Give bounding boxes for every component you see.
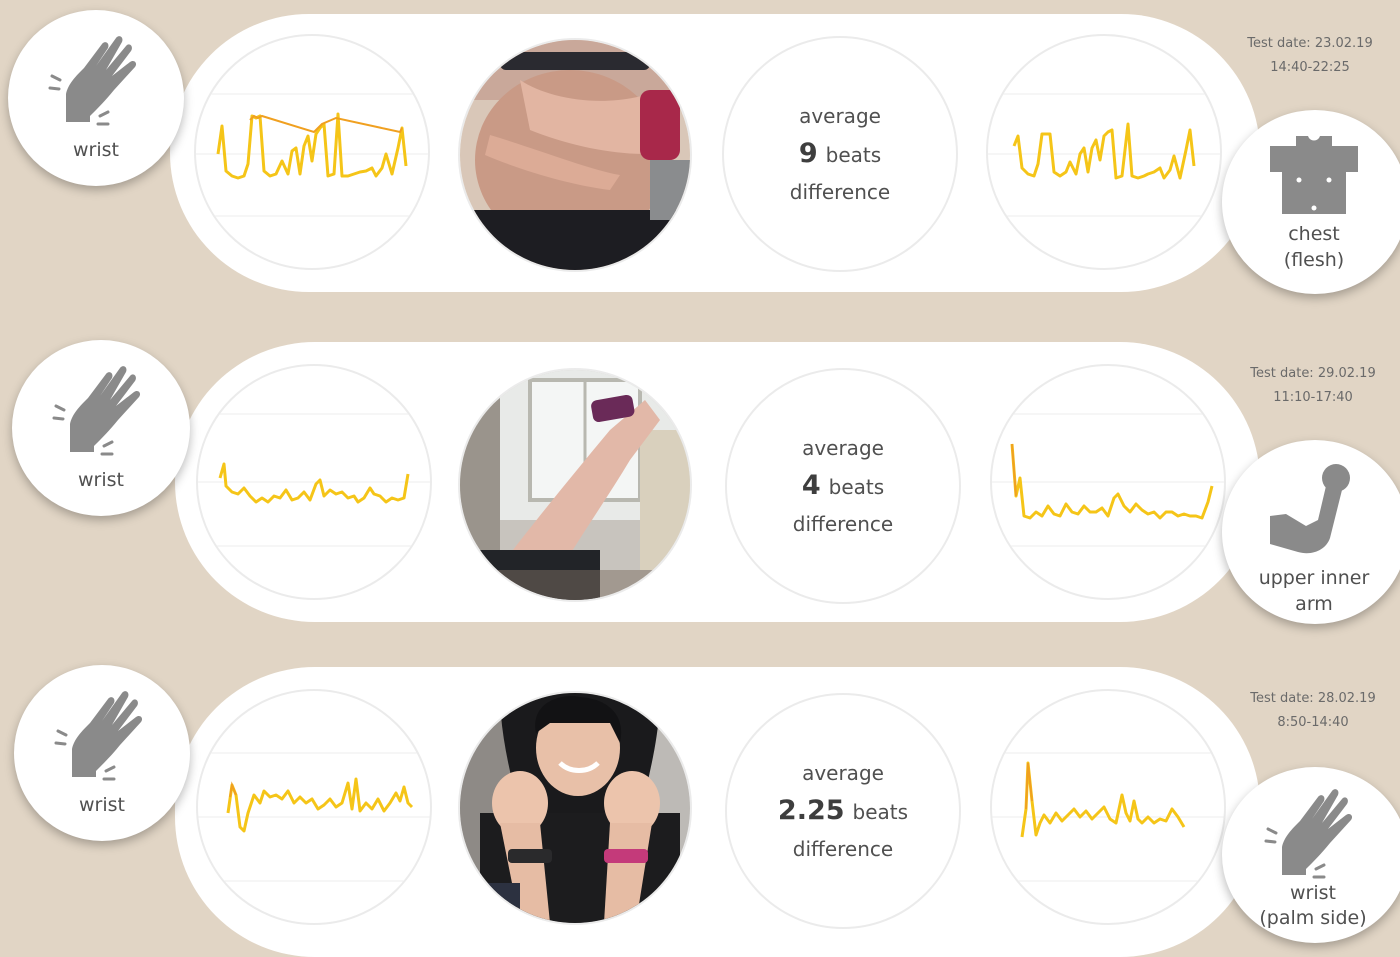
heart-rate-line	[216, 112, 408, 180]
left-sensor-badge: wrist	[14, 665, 190, 841]
test-time-label: 11:10-17:40	[1273, 390, 1353, 405]
heart-rate-line	[226, 777, 414, 833]
left-sensor-label: wrist	[78, 469, 124, 491]
heart-rate-line	[1020, 761, 1186, 838]
heart-rate-line	[1010, 443, 1214, 520]
test-date: Test date: 23.02.19 14:40-22:25	[1230, 32, 1390, 80]
stat-unit: beats	[825, 142, 882, 167]
stat-suffix: difference	[792, 511, 894, 536]
right-sensor-label-line1: wrist	[1290, 882, 1336, 904]
test-date-label: Test date: 29.02.19	[1250, 366, 1376, 381]
heart-rate-line	[218, 462, 410, 504]
hand-icon	[48, 36, 137, 126]
average-difference-stat: average 9 beats difference	[722, 36, 958, 272]
stat-value: 2.25	[777, 794, 845, 826]
right-sensor-label-line1: upper inner	[1258, 567, 1370, 589]
stat-value-line: 2.25 beats	[778, 792, 908, 831]
stat-value-line: 4 beats	[802, 467, 884, 506]
test-date: Test date: 29.02.19 11:10-17:40	[1233, 362, 1393, 410]
right-sensor-label-line1: chest	[1288, 223, 1340, 245]
right-sensor-badge: chest (flesh)	[1222, 110, 1400, 294]
stat-prefix: average	[802, 435, 884, 460]
test-date-label: Test date: 28.02.19	[1250, 691, 1376, 706]
right-sensor-label-line2: (palm side)	[1259, 907, 1367, 929]
left-sensor-label: wrist	[79, 794, 125, 816]
hand-icon	[54, 691, 143, 781]
stat-unit: beats	[852, 799, 909, 824]
right-sensor-badge: wrist (palm side)	[1222, 767, 1400, 943]
left-sensor-badge: wrist	[12, 340, 190, 516]
wrist-heart-rate-chart	[196, 364, 432, 600]
comparison-row-2: average 4 beats difference wrist upper in…	[0, 328, 1400, 624]
stat-unit: beats	[828, 474, 885, 499]
photo-upper-arm	[458, 368, 692, 602]
photo-chest-strap	[458, 38, 692, 272]
comparison-row-3: average 2.25 beats difference wrist wrist…	[0, 653, 1400, 957]
chest-heart-rate-chart	[986, 34, 1222, 270]
arm-icon	[1270, 464, 1350, 554]
palm-wrist-heart-rate-chart	[990, 689, 1226, 925]
stat-prefix: average	[802, 760, 884, 785]
right-sensor-label-line2: arm	[1295, 593, 1333, 615]
test-time-label: 8:50-14:40	[1277, 715, 1349, 730]
stat-value: 4	[801, 469, 821, 501]
arm-heart-rate-chart	[990, 364, 1226, 600]
test-date: Test date: 28.02.19 8:50-14:40	[1233, 687, 1393, 735]
stat-suffix: difference	[789, 179, 891, 204]
average-difference-stat: average 4 beats difference	[725, 368, 961, 604]
wrist-heart-rate-chart	[194, 34, 430, 270]
stat-suffix: difference	[792, 836, 894, 861]
wrist-heart-rate-chart	[196, 689, 432, 925]
left-sensor-label: wrist	[73, 139, 119, 161]
hand-icon	[52, 366, 141, 456]
photo-two-wrists	[458, 691, 692, 925]
comparison-row-1: average 9 beats difference wrist chest (f…	[0, 0, 1400, 294]
right-sensor-label-line2: (flesh)	[1283, 249, 1345, 271]
stat-value-line: 9 beats	[799, 135, 881, 174]
stat-value: 9	[798, 137, 818, 169]
test-date-label: Test date: 23.02.19	[1247, 36, 1373, 51]
torso-icon	[1270, 136, 1358, 214]
heart-rate-line	[1012, 122, 1196, 180]
average-difference-stat: average 2.25 beats difference	[725, 693, 961, 929]
hand-icon	[1264, 789, 1353, 879]
test-time-label: 14:40-22:25	[1270, 60, 1350, 75]
left-sensor-badge: wrist	[8, 10, 184, 186]
stat-prefix: average	[799, 103, 881, 128]
right-sensor-badge: upper inner arm	[1222, 440, 1400, 624]
